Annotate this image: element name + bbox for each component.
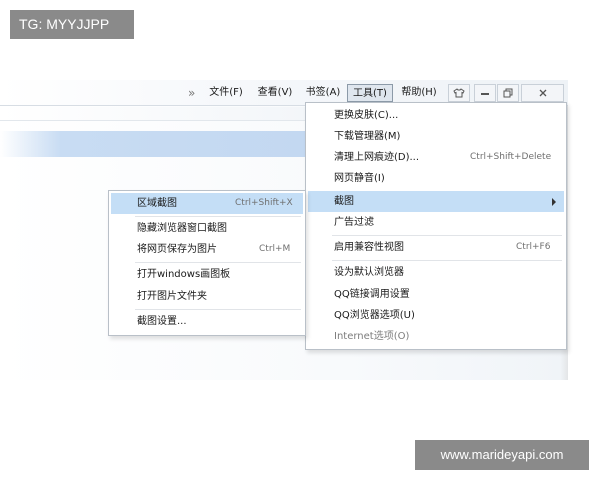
selected-row-bar [0, 131, 305, 157]
menu-file[interactable]: 文件(F) [205, 84, 247, 102]
menu-item-label: 隐藏浏览器窗口截图 [137, 223, 227, 234]
menu-item-browser-options[interactable]: QQ浏览器选项(U) [308, 305, 564, 326]
menu-separator [332, 235, 562, 236]
menu-item-internet-options: Internet选项(O) [308, 326, 564, 347]
submenu-item-hide-window-capture[interactable]: 隐藏浏览器窗口截图 [111, 218, 303, 239]
menu-shortcut: Ctrl+Shift+X [235, 198, 293, 208]
skin-button[interactable] [448, 84, 470, 102]
menu-item-label: 打开windows画图板 [137, 269, 231, 280]
menu-item-label: 截图 [334, 196, 354, 207]
menu-item-label: 网页静音(I) [334, 173, 385, 184]
menu-view[interactable]: 查看(V) [253, 84, 297, 102]
restore-button[interactable] [497, 84, 519, 102]
submenu-item-capture-settings[interactable]: 截图设置... [111, 311, 303, 332]
menu-help[interactable]: 帮助(H) [398, 84, 440, 102]
menu-separator [135, 216, 301, 217]
submenu-arrow-icon [552, 198, 556, 206]
menu-item-compat-view[interactable]: 启用兼容性视图 Ctrl+F6 [308, 237, 564, 258]
menu-item-label: QQ链接调用设置 [334, 289, 410, 300]
submenu-item-open-paint[interactable]: 打开windows画图板 [111, 264, 303, 285]
menu-tools[interactable]: 工具(T) [347, 84, 393, 102]
menu-item-default-browser[interactable]: 设为默认浏览器 [308, 262, 564, 283]
screenshot-submenu: 区域截图 Ctrl+Shift+X 隐藏浏览器窗口截图 将网页保存为图片 Ctr… [108, 190, 306, 336]
address-strip [0, 107, 305, 121]
menu-item-label: 广告过滤 [334, 217, 374, 228]
submenu-item-region-capture[interactable]: 区域截图 Ctrl+Shift+X [111, 193, 303, 214]
more-menus-chevron[interactable]: » [188, 84, 195, 102]
menu-item-screenshot[interactable]: 截图 [308, 191, 564, 212]
minimize-button[interactable] [474, 84, 496, 102]
menu-separator [332, 260, 562, 261]
menu-item-label: 启用兼容性视图 [334, 242, 404, 253]
menu-item-download-manager[interactable]: 下载管理器(M) [308, 126, 564, 147]
close-icon [539, 89, 546, 97]
menu-item-qq-link-settings[interactable]: QQ链接调用设置 [308, 284, 564, 305]
menu-shortcut: Ctrl+F6 [516, 242, 551, 252]
menu-item-label: 将网页保存为图片 [137, 244, 217, 255]
restore-icon [503, 88, 513, 98]
menu-item-label: QQ浏览器选项(U) [334, 310, 415, 321]
menu-bookmarks[interactable]: 书签(A) [302, 84, 344, 102]
menu-item-label: 设为默认浏览器 [334, 267, 404, 278]
submenu-item-save-page-image[interactable]: 将网页保存为图片 Ctrl+M [111, 239, 303, 260]
menu-separator [135, 262, 301, 263]
close-button[interactable] [521, 84, 564, 102]
minimize-icon [481, 93, 489, 95]
menu-separator [135, 309, 301, 310]
menu-shortcut: Ctrl+M [259, 244, 291, 254]
menu-item-label: 截图设置... [137, 316, 187, 327]
submenu-item-open-image-folder[interactable]: 打开图片文件夹 [111, 286, 303, 307]
menu-item-label: Internet选项(O) [334, 331, 410, 342]
menu-item-label: 下载管理器(M) [334, 131, 401, 142]
menu-item-label: 打开图片文件夹 [137, 291, 207, 302]
menu-item-ad-filter[interactable]: 广告过滤 [308, 212, 564, 233]
site-watermark: www.marideyapi.com [415, 440, 589, 470]
menu-item-clear-history[interactable]: 清理上网痕迹(D)... Ctrl+Shift+Delete [308, 147, 564, 168]
tools-menu: 更换皮肤(C)... 下载管理器(M) 清理上网痕迹(D)... Ctrl+Sh… [305, 102, 567, 350]
menu-item-label: 清理上网痕迹(D)... [334, 152, 420, 163]
menu-item-mute-page[interactable]: 网页静音(I) [308, 168, 564, 189]
menu-shortcut: Ctrl+Shift+Delete [470, 152, 552, 162]
tg-badge: TG: MYYJJPP [10, 10, 134, 39]
menu-item-label: 区域截图 [137, 198, 177, 209]
menu-item-change-skin[interactable]: 更换皮肤(C)... [308, 105, 564, 126]
skin-icon [453, 88, 465, 98]
menu-item-label: 更换皮肤(C)... [334, 110, 399, 121]
